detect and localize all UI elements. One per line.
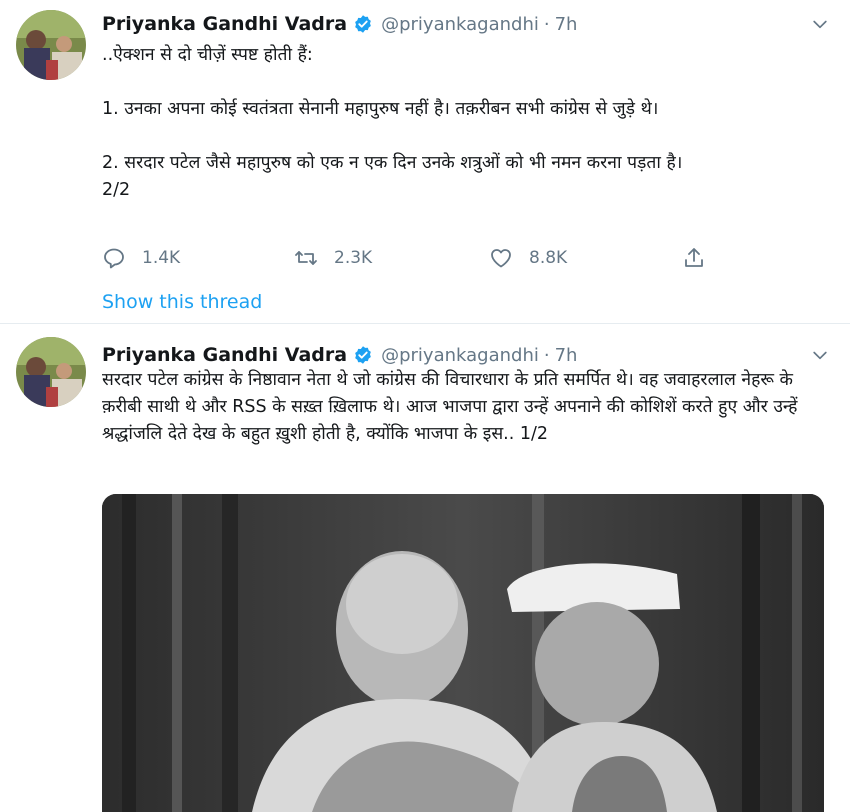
author-name[interactable]: Priyanka Gandhi Vadra xyxy=(102,344,347,366)
reply-button[interactable]: 1.4K xyxy=(102,243,180,273)
timestamp[interactable]: 7h xyxy=(555,14,578,35)
retweet-count: 2.3K xyxy=(334,248,373,268)
author-name[interactable]: Priyanka Gandhi Vadra xyxy=(102,13,347,35)
tweet-line: ..ऐक्शन से दो चीज़ें स्पष्ट होती हैं: xyxy=(102,45,313,65)
tweet-line: 2/2 xyxy=(102,180,131,200)
verified-icon xyxy=(355,346,371,364)
author-handle[interactable]: @priyankagandhi xyxy=(381,345,539,366)
tweet-line: 1. उनका अपना कोई स्वतंत्रता सेनानी महापु… xyxy=(102,99,659,119)
tweet-text: ..ऐक्शन से दो चीज़ें स्पष्ट होती हैं: 1.… xyxy=(102,42,826,204)
tweet-header: Priyanka Gandhi Vadra @priyankagandhi · … xyxy=(102,10,830,38)
show-thread-link[interactable]: Show this thread xyxy=(102,291,262,313)
tweet-line: 2. सरदार पटेल जैसे महापुरुष को एक न एक द… xyxy=(102,153,683,173)
tweet-header: Priyanka Gandhi Vadra @priyankagandhi · … xyxy=(102,341,830,369)
share-icon xyxy=(685,248,703,267)
author-handle[interactable]: @priyankagandhi xyxy=(381,14,539,35)
timestamp[interactable]: 7h xyxy=(555,345,578,366)
reply-count: 1.4K xyxy=(142,248,181,268)
retweet-button[interactable]: 2.3K xyxy=(294,243,372,273)
chevron-down-icon[interactable] xyxy=(810,345,830,365)
photo-image xyxy=(102,494,824,812)
avatar[interactable] xyxy=(16,10,86,80)
like-icon xyxy=(491,249,511,268)
tweet-line: सरदार पटेल कांग्रेस के निष्ठावान नेता थे… xyxy=(102,370,798,444)
avatar[interactable] xyxy=(16,337,86,407)
tweet-actions: 1.4K 2.3K 8.8K xyxy=(102,243,722,273)
separator: · xyxy=(543,344,550,366)
tweet-photo[interactable] xyxy=(102,494,824,812)
reply-icon xyxy=(104,248,124,269)
tweet-text: सरदार पटेल कांग्रेस के निष्ठावान नेता थे… xyxy=(102,367,826,448)
separator: · xyxy=(543,13,550,35)
share-button[interactable] xyxy=(682,243,722,273)
tweet[interactable]: Priyanka Gandhi Vadra @priyankagandhi · … xyxy=(0,0,850,324)
like-count: 8.8K xyxy=(529,248,568,268)
tweet[interactable]: Priyanka Gandhi Vadra @priyankagandhi · … xyxy=(0,325,850,812)
chevron-down-icon[interactable] xyxy=(810,14,830,34)
like-button[interactable]: 8.8K xyxy=(489,243,567,273)
verified-icon xyxy=(355,15,371,33)
retweet-icon xyxy=(295,251,317,265)
